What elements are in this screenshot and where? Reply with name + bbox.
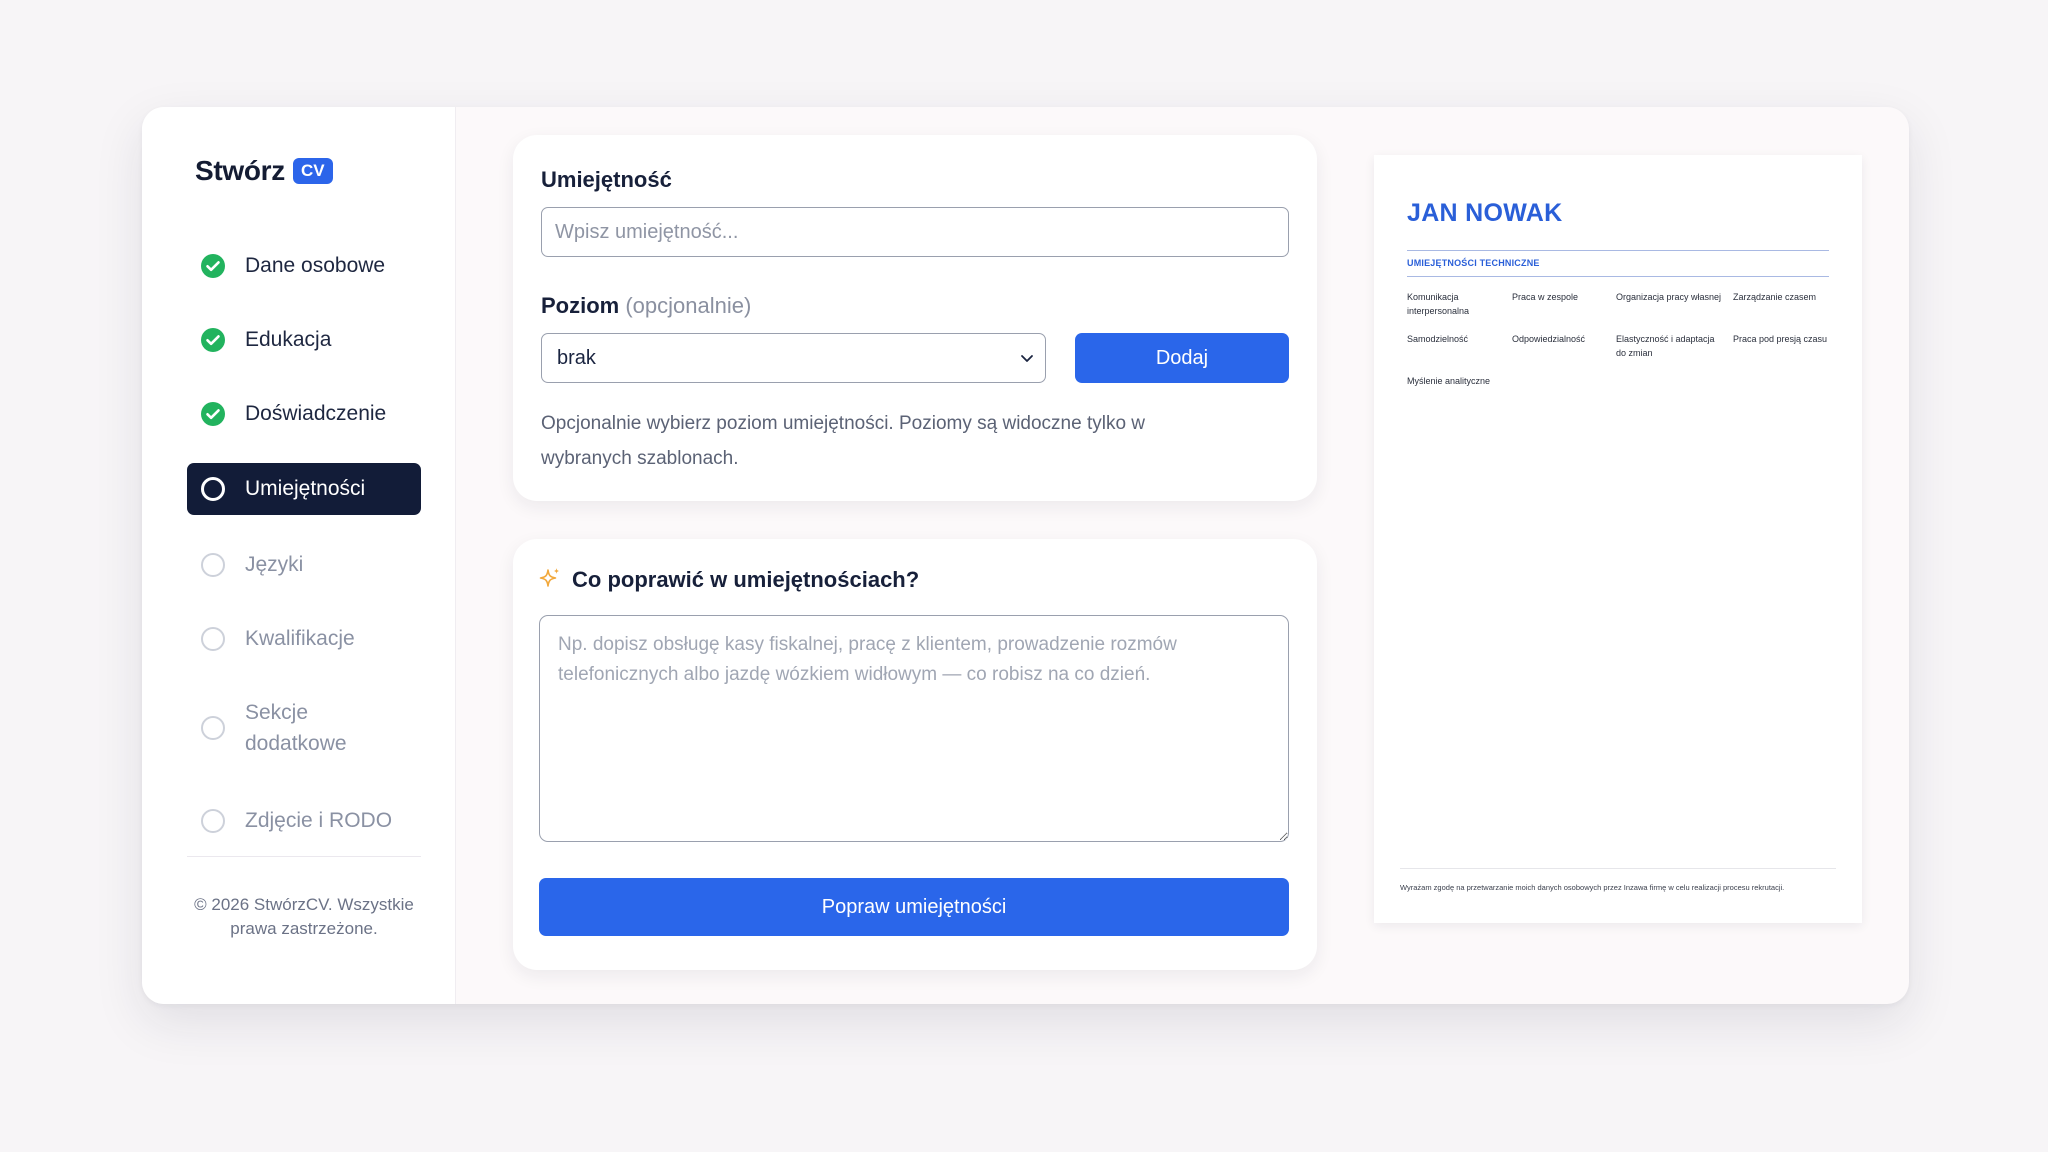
level-select[interactable]: brak (541, 333, 1046, 383)
sidebar-divider (187, 856, 421, 857)
check-circle-icon (201, 254, 225, 278)
improve-skills-button[interactable]: Popraw umiejętności (539, 878, 1289, 936)
cv-preview: JAN NOWAK UMIEJĘTNOŚCI TECHNICZNE Komuni… (1374, 155, 1862, 923)
empty-circle-icon (201, 553, 225, 577)
nav-item-label: Sekcje dodatkowe (245, 701, 347, 755)
skill-input[interactable] (541, 207, 1289, 257)
nav-item-label: Dane osobowe (245, 254, 386, 277)
cv-skill-item: Praca pod presją czasu (1733, 334, 1828, 344)
nav-item-label: Kwalifikacje (245, 627, 355, 650)
sparkle-icon (539, 568, 560, 587)
nav-item-label: Edukacja (245, 328, 332, 351)
cv-skill-item: Komunikacja interpersonalna (1407, 292, 1470, 316)
brand-name: Stwórz (195, 155, 285, 186)
improve-title: Co poprawić w umiejętnościach? (572, 567, 920, 592)
cv-skill-item: Samodzielność (1407, 334, 1469, 344)
cv-name: JAN NOWAK (1407, 199, 1563, 227)
nav-item-sekcje-dodatkowe[interactable]: Sekcje dodatkowe (187, 696, 421, 760)
nav-item-label: Doświadczenie (245, 402, 387, 425)
sidebar: Stwórz CV Dane osobowe Edukacja Doświadc… (142, 107, 456, 1004)
app-window: Stwórz CV Dane osobowe Edukacja Doświadc… (142, 107, 1909, 1004)
cv-skill-item: Odpowiedzialność (1512, 334, 1586, 344)
nav-item-doswiadczenie[interactable]: Doświadczenie (187, 396, 421, 432)
nav-item-kwalifikacje[interactable]: Kwalifikacje (187, 621, 421, 657)
nav-item-edukacja[interactable]: Edukacja (187, 322, 421, 358)
level-select-value: brak (557, 346, 596, 369)
skill-label: Umiejętność (541, 167, 672, 192)
cv-consent-text: Wyrażam zgodę na przetwarzanie moich dan… (1400, 883, 1785, 892)
cv-section-title: UMIEJĘTNOŚCI TECHNICZNE (1407, 258, 1540, 268)
cv-footer-divider (1400, 868, 1836, 869)
chevron-down-icon (1021, 355, 1033, 362)
skill-form-card: Umiejętność Poziom (opcjonalnie) brak Do… (513, 135, 1317, 501)
nav-item-zdjecie-rodo[interactable]: Zdjęcie i RODO (187, 803, 421, 839)
nav-item-dane-osobowe[interactable]: Dane osobowe (187, 248, 421, 284)
brand-logo[interactable]: Stwórz CV (195, 155, 333, 187)
brand-badge: CV (292, 158, 333, 184)
empty-circle-icon (201, 627, 225, 651)
improve-skills-card: Co poprawić w umiejętnościach? Popraw um… (513, 539, 1317, 970)
empty-circle-icon (201, 477, 225, 501)
check-circle-icon (201, 328, 225, 352)
cv-skill-item: Organizacja pracy własnej (1616, 292, 1722, 302)
improve-textarea[interactable] (539, 615, 1289, 842)
cv-skill-item: Praca w zespole (1512, 292, 1579, 302)
cv-divider-top (1407, 250, 1829, 251)
cv-skill-item: Elastyczność i adaptacja do zmian (1616, 334, 1715, 358)
nav-item-label: Zdjęcie i RODO (245, 809, 393, 832)
nav-item-jezyki[interactable]: Języki (187, 547, 421, 583)
level-label: Poziom (opcjonalnie) (541, 293, 751, 319)
empty-circle-icon (201, 716, 225, 740)
check-circle-icon (201, 402, 225, 426)
nav-item-label: Umiejętności (245, 477, 366, 500)
cv-skill-item: Myślenie analityczne (1407, 376, 1491, 386)
add-skill-button[interactable]: Dodaj (1075, 333, 1289, 383)
cv-divider-bottom (1407, 276, 1829, 277)
level-label-text: Poziom (541, 293, 620, 318)
cv-skill-item: Zarządzanie czasem (1733, 292, 1817, 302)
level-optional-text: (opcjonalnie) (625, 293, 752, 318)
cv-skills-grid: Komunikacja interpersonalna Praca w zesp… (1407, 290, 1839, 388)
empty-circle-icon (201, 809, 225, 833)
copyright-text: © 2026 StwórzCV. Wszystkie prawa zastrze… (194, 895, 414, 938)
nav-item-umiejetnosci[interactable]: Umiejętności (187, 463, 421, 515)
nav-item-label: Języki (245, 553, 304, 576)
level-helper-text: Opcjonalnie wybierz poziom umiejętności.… (541, 413, 1146, 469)
